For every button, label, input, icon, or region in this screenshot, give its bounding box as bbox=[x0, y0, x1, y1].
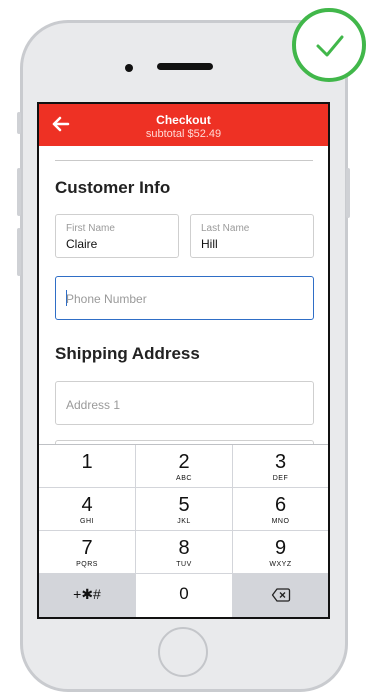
key-digit: 7 bbox=[81, 537, 93, 559]
customer-info-title: Customer Info bbox=[55, 178, 171, 197]
header-subtotal: subtotal $52.49 bbox=[145, 128, 222, 140]
key-letters: DEF bbox=[272, 475, 289, 482]
last-name-field[interactable]: Last Name Hill bbox=[190, 214, 314, 258]
mute-switch bbox=[17, 112, 21, 134]
key-9[interactable]: 9 WXYZ bbox=[233, 531, 328, 573]
key-5[interactable]: 5 JKL bbox=[136, 488, 232, 530]
first-name-value: Claire bbox=[66, 237, 98, 251]
header-title: Checkout bbox=[156, 113, 211, 127]
app-screen: Checkout subtotal $52.49 Customer Info F… bbox=[37, 102, 330, 619]
key-3[interactable]: 3 DEF bbox=[233, 445, 328, 487]
key-1[interactable]: 1 bbox=[39, 445, 135, 487]
key-digit: 5 bbox=[178, 494, 190, 516]
checkout-header: Checkout subtotal $52.49 bbox=[39, 104, 328, 146]
key-digit: 8 bbox=[178, 537, 190, 559]
key-letters: ABC bbox=[176, 475, 192, 482]
key-8[interactable]: 8 TUV bbox=[136, 531, 232, 573]
key-digit: 6 bbox=[274, 494, 287, 516]
key-digit: 3 bbox=[274, 451, 287, 473]
key-6[interactable]: 6 MNO bbox=[233, 488, 328, 530]
key-digit: 2 bbox=[178, 451, 190, 473]
key-letters: MNO bbox=[271, 518, 290, 525]
phone-number-field[interactable]: Phone Number bbox=[55, 276, 314, 320]
delete-key[interactable] bbox=[233, 574, 328, 617]
key-digit: 1 bbox=[81, 451, 93, 473]
address-1-field[interactable]: Address 1 bbox=[55, 381, 314, 425]
key-letters: GHI bbox=[80, 518, 94, 525]
key-0[interactable]: 0 bbox=[136, 574, 232, 617]
key-digit: 9 bbox=[274, 537, 287, 559]
shipping-address-title: Shipping Address bbox=[55, 344, 200, 363]
volume-up-button bbox=[17, 168, 21, 216]
speaker-grille bbox=[157, 63, 213, 70]
key-4[interactable]: 4 GHI bbox=[39, 488, 135, 530]
key-digit: 0 bbox=[179, 584, 189, 603]
first-name-label: First Name bbox=[66, 223, 115, 234]
front-camera bbox=[125, 64, 133, 72]
key-letters: WXYZ bbox=[269, 561, 292, 568]
key-2[interactable]: 2 ABC bbox=[136, 445, 232, 487]
volume-down-button bbox=[17, 228, 21, 276]
last-name-label: Last Name bbox=[201, 223, 250, 234]
symbols-key[interactable]: +✱# bbox=[39, 574, 135, 617]
first-name-field[interactable]: First Name Claire bbox=[55, 214, 179, 258]
key-letters: JKL bbox=[177, 518, 191, 525]
phone-number-placeholder: Phone Number bbox=[66, 292, 147, 306]
key-digit: 4 bbox=[81, 494, 93, 516]
home-button[interactable] bbox=[158, 627, 208, 677]
numeric-keypad: 1 2 ABC 3 DEF 4 GHI 5 JKL 6 MNO 7 PQRS 8… bbox=[39, 444, 328, 617]
key-letters: TUV bbox=[176, 561, 192, 568]
success-badge bbox=[292, 8, 366, 82]
key-7[interactable]: 7 PQRS bbox=[39, 531, 135, 573]
key-letters: PQRS bbox=[76, 561, 98, 568]
power-button bbox=[346, 168, 350, 218]
checkmark-icon bbox=[316, 35, 344, 57]
backspace-icon bbox=[271, 588, 291, 602]
last-name-value: Hill bbox=[201, 237, 218, 251]
symbols-label: +✱# bbox=[73, 586, 101, 602]
address-1-placeholder: Address 1 bbox=[66, 398, 121, 412]
divider bbox=[55, 160, 313, 161]
